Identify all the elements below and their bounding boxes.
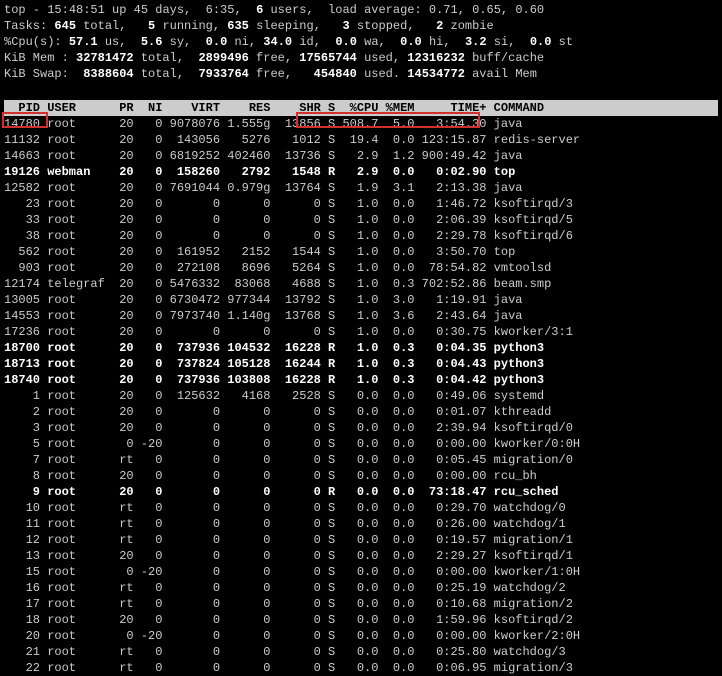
process-row[interactable]: 16 root rt 0 0 0 0 S 0.0 0.0 0:25.19 wat… xyxy=(4,580,718,596)
summary-line-1: top - 15:48:51 up 45 days, 6:35, 6 users… xyxy=(4,2,718,18)
process-row[interactable]: 18713 root 20 0 737824 105128 16244 R 1.… xyxy=(4,356,718,372)
process-row[interactable]: 22 root rt 0 0 0 0 S 0.0 0.0 0:06.95 mig… xyxy=(4,660,718,676)
process-row[interactable]: 13005 root 20 0 6730472 977344 13792 S 1… xyxy=(4,292,718,308)
process-row[interactable]: 9 root 20 0 0 0 0 R 0.0 0.0 73:18.47 rcu… xyxy=(4,484,718,500)
process-row[interactable]: 19126 webman 20 0 158260 2792 1548 R 2.9… xyxy=(4,164,718,180)
process-row[interactable]: 33 root 20 0 0 0 0 S 1.0 0.0 2:06.39 kso… xyxy=(4,212,718,228)
top-output: top - 15:48:51 up 45 days, 6:35, 6 users… xyxy=(4,2,718,676)
process-row[interactable]: 2 root 20 0 0 0 0 S 0.0 0.0 0:01.07 kthr… xyxy=(4,404,718,420)
process-row[interactable]: 3 root 20 0 0 0 0 S 0.0 0.0 2:39.94 ksof… xyxy=(4,420,718,436)
process-row[interactable]: 12 root rt 0 0 0 0 S 0.0 0.0 0:19.57 mig… xyxy=(4,532,718,548)
summary-swap: KiB Swap: 8388604 total, 7933764 free, 4… xyxy=(4,66,718,82)
summary-cpu: %Cpu(s): 57.1 us, 5.6 sy, 0.0 ni, 34.0 i… xyxy=(4,34,718,50)
process-row[interactable]: 15 root 0 -20 0 0 0 S 0.0 0.0 0:00.00 kw… xyxy=(4,564,718,580)
process-row[interactable]: 14663 root 20 0 6819252 402460 13736 S 2… xyxy=(4,148,718,164)
summary-mem: KiB Mem : 32781472 total, 2899496 free, … xyxy=(4,50,718,66)
process-row[interactable]: 7 root rt 0 0 0 0 S 0.0 0.0 0:05.45 migr… xyxy=(4,452,718,468)
process-row[interactable]: 11 root rt 0 0 0 0 S 0.0 0.0 0:26.00 wat… xyxy=(4,516,718,532)
process-row[interactable]: 12582 root 20 0 7691044 0.979g 13764 S 1… xyxy=(4,180,718,196)
process-list[interactable]: 14780 root 20 0 9078076 1.555g 13856 S 5… xyxy=(4,116,718,676)
process-row[interactable]: 17 root rt 0 0 0 0 S 0.0 0.0 0:10.68 mig… xyxy=(4,596,718,612)
process-row[interactable]: 14553 root 20 0 7973740 1.140g 13768 S 1… xyxy=(4,308,718,324)
process-row[interactable]: 1 root 20 0 125632 4168 2528 S 0.0 0.0 0… xyxy=(4,388,718,404)
process-row[interactable]: 18 root 20 0 0 0 0 S 0.0 0.0 1:59.96 kso… xyxy=(4,612,718,628)
process-row[interactable]: 10 root rt 0 0 0 0 S 0.0 0.0 0:29.70 wat… xyxy=(4,500,718,516)
process-row[interactable]: 38 root 20 0 0 0 0 S 1.0 0.0 2:29.78 kso… xyxy=(4,228,718,244)
process-row[interactable]: 12174 telegraf 20 0 5476332 83068 4688 S… xyxy=(4,276,718,292)
process-row[interactable]: 18700 root 20 0 737936 104532 16228 R 1.… xyxy=(4,340,718,356)
process-row[interactable]: 8 root 20 0 0 0 0 S 0.0 0.0 0:00.00 rcu_… xyxy=(4,468,718,484)
process-row[interactable]: 903 root 20 0 272108 8696 5264 S 1.0 0.0… xyxy=(4,260,718,276)
process-row[interactable]: 5 root 0 -20 0 0 0 S 0.0 0.0 0:00.00 kwo… xyxy=(4,436,718,452)
blank-line xyxy=(4,82,718,98)
process-row[interactable]: 21 root rt 0 0 0 0 S 0.0 0.0 0:25.80 wat… xyxy=(4,644,718,660)
process-row[interactable]: 11132 root 20 0 143056 5276 1012 S 19.4 … xyxy=(4,132,718,148)
process-row[interactable]: 562 root 20 0 161952 2152 1544 S 1.0 0.0… xyxy=(4,244,718,260)
summary-tasks: Tasks: 645 total, 5 running, 635 sleepin… xyxy=(4,18,718,34)
process-row[interactable]: 18740 root 20 0 737936 103808 16228 R 1.… xyxy=(4,372,718,388)
process-row[interactable]: 14780 root 20 0 9078076 1.555g 13856 S 5… xyxy=(4,116,718,132)
process-row[interactable]: 13 root 20 0 0 0 0 S 0.0 0.0 2:29.27 kso… xyxy=(4,548,718,564)
process-row[interactable]: 17236 root 20 0 0 0 0 S 1.0 0.0 0:30.75 … xyxy=(4,324,718,340)
process-row[interactable]: 23 root 20 0 0 0 0 S 1.0 0.0 1:46.72 kso… xyxy=(4,196,718,212)
column-header-row[interactable]: PID USER PR NI VIRT RES SHR S %CPU %MEM … xyxy=(4,100,718,116)
